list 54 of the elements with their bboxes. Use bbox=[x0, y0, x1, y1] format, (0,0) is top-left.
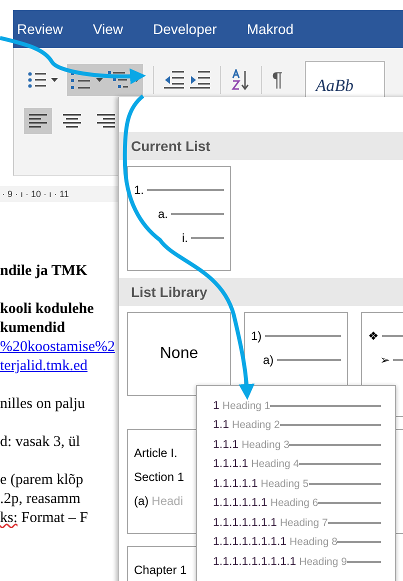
current-list-option[interactable]: 1. a. i. bbox=[127, 166, 231, 271]
section-header: Current List bbox=[119, 132, 403, 160]
multilevel-list-icon[interactable] bbox=[107, 69, 129, 91]
align-icon bbox=[29, 114, 47, 128]
level-number: 1 bbox=[213, 400, 220, 412]
level-label: Article I. bbox=[134, 446, 178, 460]
level-hint: Heading 6 bbox=[270, 497, 318, 510]
level-number: 1.1.1.1.1.1.1.1 bbox=[213, 536, 287, 548]
ribbon-tab[interactable]: Makrod bbox=[246, 21, 294, 37]
document-text: ks: Format – F bbox=[0, 509, 88, 528]
align-icon bbox=[97, 114, 115, 128]
sort-icon[interactable] bbox=[231, 69, 251, 91]
level-label: a) bbox=[263, 353, 274, 367]
level-hint: Heading 8 bbox=[290, 536, 338, 548]
level-hint: Heading 1 bbox=[222, 400, 270, 412]
level-hint: Heading 2 bbox=[232, 419, 280, 432]
level-hint: Headi bbox=[152, 494, 184, 508]
document-link[interactable]: %20koostamise%2 bbox=[0, 338, 115, 357]
level-label: (a) bbox=[134, 494, 149, 508]
align-icon bbox=[63, 114, 81, 128]
document-text: .2p, reasamm bbox=[0, 490, 80, 509]
ribbon-tab[interactable]: Review bbox=[17, 21, 63, 37]
level-number: 1.1 bbox=[213, 419, 229, 432]
ribbon-tab[interactable]: Developer bbox=[153, 21, 217, 37]
level-hint: Heading 7 bbox=[280, 516, 328, 529]
level-label: ❖ bbox=[368, 329, 379, 343]
document-text: kumendid bbox=[0, 319, 66, 338]
level-label: Section 1 bbox=[134, 470, 184, 484]
document-text: ndile ja TMK bbox=[0, 262, 88, 281]
level-label: a. bbox=[158, 207, 168, 221]
document-text: nilles on palju bbox=[0, 395, 85, 414]
document-text: kooli kodulehe bbox=[0, 300, 94, 319]
level-number: 1.1.1.1.1.1.1.1.1 bbox=[213, 556, 296, 568]
document-text: e (parem klõp bbox=[0, 471, 84, 490]
section-header: List Library bbox=[119, 278, 403, 306]
level-label: Chapter 1 bbox=[134, 563, 187, 577]
bullet-list-icon[interactable] bbox=[27, 70, 47, 90]
level-label: i. bbox=[182, 231, 188, 245]
document-link[interactable]: terjalid.tmk.ed bbox=[0, 357, 88, 376]
ribbon-tab[interactable]: View bbox=[92, 21, 123, 37]
level-hint: Heading 4 bbox=[251, 458, 300, 470]
level-hint: Heading 9 bbox=[299, 556, 347, 568]
increase-indent-icon[interactable] bbox=[190, 71, 210, 89]
align-button[interactable] bbox=[24, 108, 52, 134]
level-hint: Heading 3 bbox=[242, 438, 290, 451]
show-formatting-button[interactable]: ¶ bbox=[272, 68, 283, 92]
document-text: d: vasak 3, ül bbox=[0, 433, 80, 452]
decrease-indent-icon[interactable] bbox=[164, 71, 184, 89]
level-label: ➢ bbox=[380, 353, 390, 367]
level-label: 1) bbox=[251, 329, 262, 343]
level-label: 1. bbox=[134, 183, 144, 197]
level-hint: Heading 5 bbox=[260, 478, 309, 490]
style-preview[interactable]: AaBb bbox=[304, 61, 385, 99]
ruler: · 9 · ı · 10 · ı · 11 bbox=[0, 186, 120, 202]
